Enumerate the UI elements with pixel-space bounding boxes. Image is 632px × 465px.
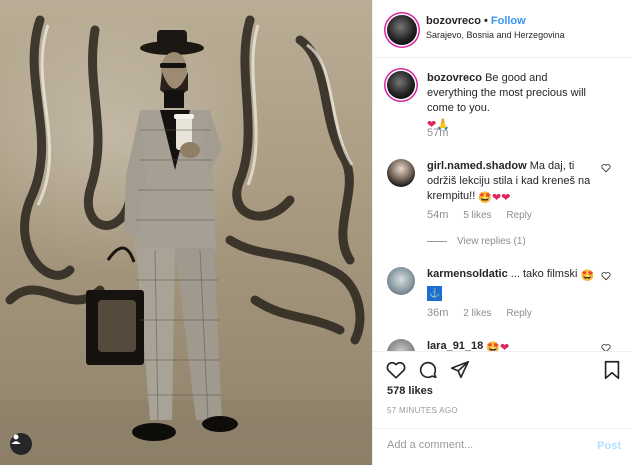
share-icon[interactable]: [449, 359, 471, 381]
caption-username[interactable]: bozovreco: [427, 72, 482, 84]
comment-username[interactable]: lara_91_18: [427, 340, 483, 351]
replies-line: [427, 241, 447, 242]
comment-meta: 36m 2 likes Reply: [427, 307, 544, 319]
comment-text: lara_91_18 🤩❤: [427, 339, 597, 351]
author-username[interactable]: bozovreco: [426, 15, 481, 27]
comment-meta: 54m 5 likes Reply: [427, 209, 544, 221]
comment-emojis: 🤩: [580, 270, 595, 282]
add-comment-input[interactable]: [387, 439, 577, 451]
person-glyph: [11, 434, 21, 444]
post-photo[interactable]: [0, 0, 372, 465]
comment-emojis: 🤩❤: [486, 342, 510, 351]
comment-emojis: 🤩❤❤: [478, 192, 511, 204]
post-actions: 578 likes 57 MINUTES AGO Post: [373, 351, 632, 465]
comment-like-heart-icon[interactable]: [601, 343, 611, 351]
comment-message: ... tako filmski: [510, 268, 578, 280]
comment-username[interactable]: karmensoldatic: [427, 268, 508, 280]
caption-meta: 57m: [427, 127, 460, 139]
comment-text: girl.named.shadow Ma daj, ti održiš lekc…: [427, 159, 597, 206]
instagram-post-modal: bozovreco • Follow Sarajevo, Bosnia and He…: [0, 0, 632, 465]
post-comment-button[interactable]: Post: [597, 440, 621, 452]
comment-time[interactable]: 36m: [427, 307, 448, 319]
user-tag-icon[interactable]: [10, 433, 32, 455]
comment-like-heart-icon[interactable]: [601, 271, 611, 281]
comment-likes[interactable]: 2 likes: [463, 308, 491, 319]
commenter-avatar[interactable]: [387, 159, 415, 187]
follow-button[interactable]: Follow: [491, 15, 526, 27]
separator-dot: •: [484, 15, 488, 27]
comment-text: karmensoldatic ... tako filmski 🤩 ⚓: [427, 267, 597, 301]
post-header: bozovreco • Follow Sarajevo, Bosnia and He…: [373, 0, 632, 58]
comment-likes[interactable]: 5 likes: [463, 210, 491, 221]
caption-text: bozovreco Be good and everything the mos…: [427, 71, 597, 133]
comment-icon[interactable]: [417, 359, 439, 381]
post-location[interactable]: Sarajevo, Bosnia and Herzegovina: [426, 30, 565, 40]
caption-avatar[interactable]: [387, 71, 415, 99]
author-avatar[interactable]: [387, 15, 417, 45]
add-comment-bar: Post: [373, 428, 632, 465]
anchor-emoji: ⚓: [427, 286, 443, 301]
heart-icon[interactable]: [385, 359, 407, 381]
photo-scene: [0, 15, 372, 465]
likes-count[interactable]: 578 likes: [387, 385, 433, 397]
comment-reply-button[interactable]: Reply: [506, 210, 532, 221]
comment-like-heart-icon[interactable]: [601, 163, 611, 173]
comment-reply-button[interactable]: Reply: [506, 308, 532, 319]
view-replies-label: View replies (1): [457, 236, 526, 247]
author-line: bozovreco • Follow: [426, 15, 526, 27]
comment-time[interactable]: 54m: [427, 209, 448, 221]
commenter-avatar[interactable]: [387, 267, 415, 295]
comment-username[interactable]: girl.named.shadow: [427, 160, 527, 172]
bookmark-icon[interactable]: [601, 359, 623, 381]
comments-list[interactable]: bozovreco Be good and everything the mos…: [373, 59, 632, 351]
post-details-panel: bozovreco • Follow Sarajevo, Bosnia and He…: [372, 0, 632, 465]
commenter-avatar[interactable]: [387, 339, 415, 351]
caption-time[interactable]: 57m: [427, 127, 448, 139]
view-replies-button[interactable]: View replies (1): [427, 236, 526, 247]
post-timestamp[interactable]: 57 MINUTES AGO: [387, 406, 458, 415]
